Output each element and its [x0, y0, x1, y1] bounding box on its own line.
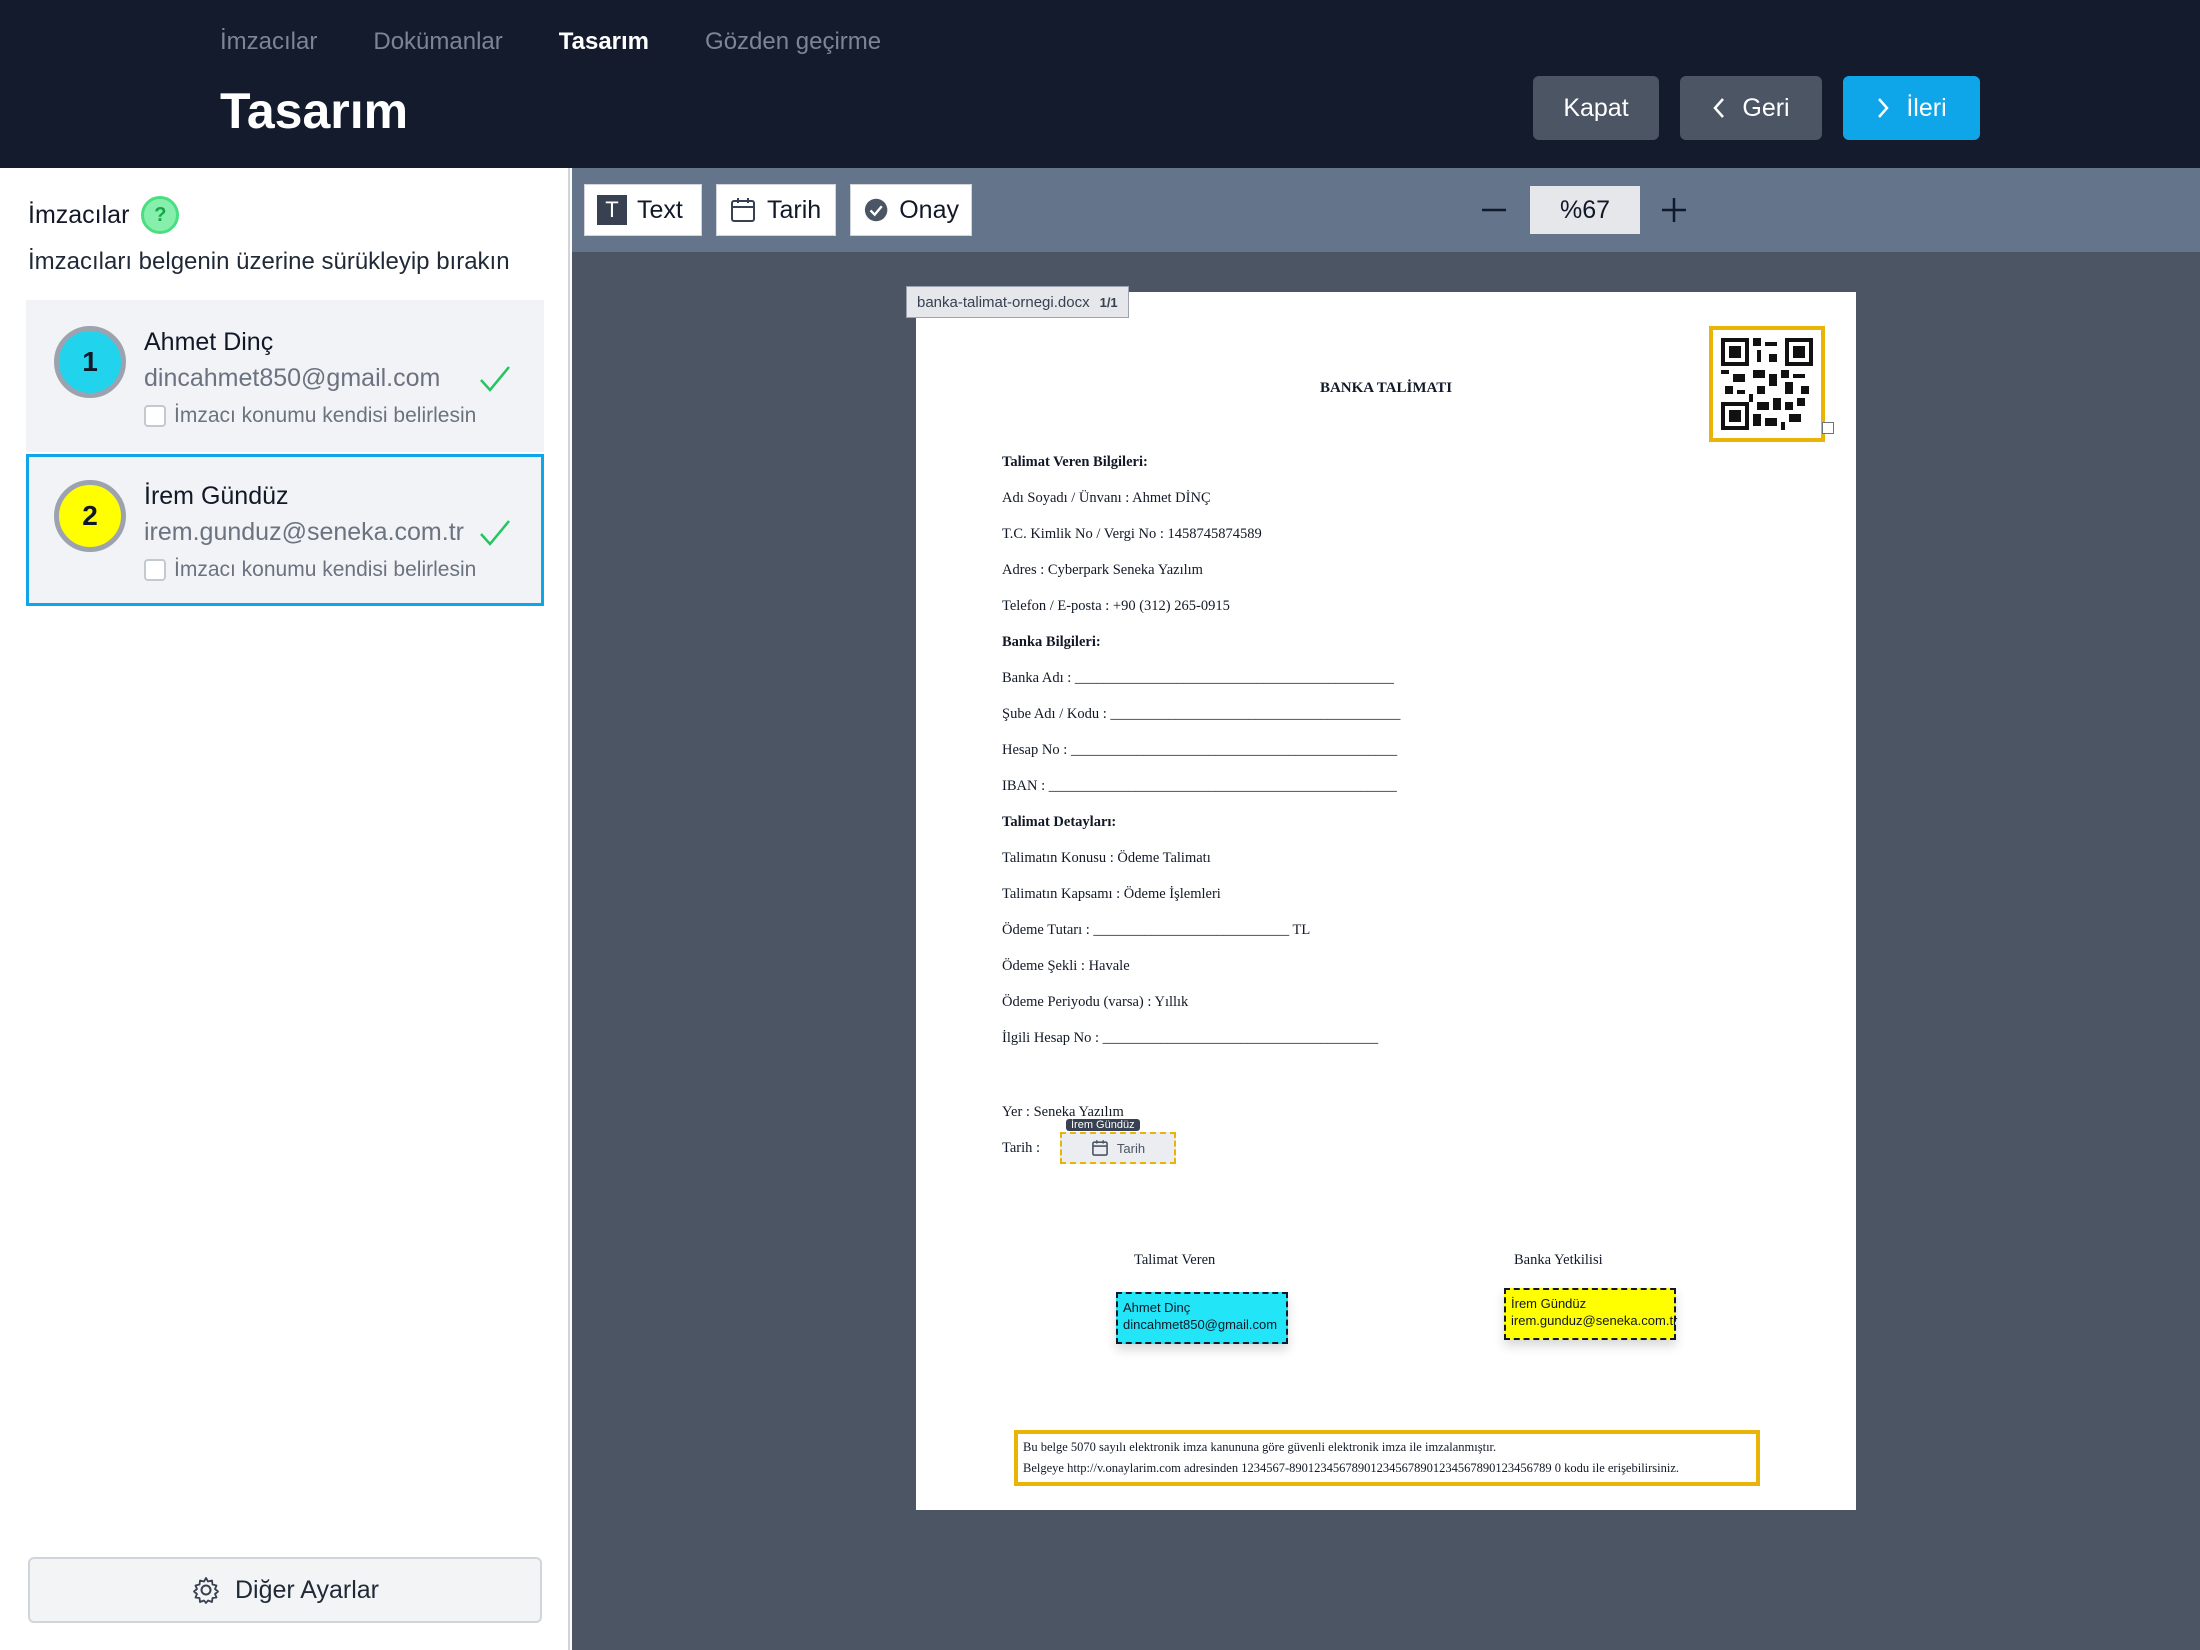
- zoom-in-button[interactable]: [1652, 188, 1696, 232]
- back-button[interactable]: Geri: [1680, 76, 1822, 140]
- doc-line: Tarih :: [1002, 1140, 1041, 1156]
- signature-field-signer-2[interactable]: İrem Gündüz irem.gunduz@seneka.com.tr: [1504, 1288, 1678, 1340]
- date-field[interactable]: Tarih: [1060, 1132, 1176, 1164]
- check-icon: [480, 520, 510, 546]
- footer-line-1: Bu belge 5070 sayılı elektronik imza kan…: [1023, 1440, 1497, 1454]
- step-design[interactable]: Tasarım: [559, 28, 649, 56]
- design-toolbar: T Text Tarih Onay %67: [572, 168, 2200, 252]
- signer-card-2[interactable]: 2 İrem Gündüz irem.gunduz@seneka.com.tr …: [26, 454, 544, 606]
- date-tool-label: Tarih: [767, 195, 822, 224]
- plus-icon: [1662, 198, 1686, 222]
- doc-line: İlgili Hesap No : ______________________…: [1002, 1030, 1379, 1046]
- doc-line: Talimat Veren Bilgileri:: [1002, 454, 1148, 470]
- signer-card-1[interactable]: 1 Ahmet Dinç dincahmet850@gmail.com İmza…: [26, 300, 544, 452]
- close-button-label: Kapat: [1563, 93, 1629, 122]
- doc-line: Telefon / E-posta : +90 (312) 265-0915: [1002, 598, 1230, 614]
- signer-order-badge: 2: [54, 480, 126, 552]
- next-button-label: İleri: [1906, 93, 1947, 122]
- wizard-steps: İmzacılar Dokümanlar Tasarım Gözden geçi…: [220, 28, 881, 56]
- self-position-option[interactable]: İmzacı konumu kendisi belirlesin: [144, 404, 476, 428]
- back-button-label: Geri: [1742, 93, 1790, 122]
- doc-line: Ödeme Periyodu (varsa) : Yıllık: [1002, 994, 1189, 1010]
- step-signers[interactable]: İmzacılar: [220, 28, 317, 56]
- gear-icon: [193, 1577, 219, 1604]
- qr-code-field[interactable]: [1709, 326, 1825, 442]
- e-signature-footer-note[interactable]: Bu belge 5070 sayılı elektronik imza kan…: [1014, 1430, 1760, 1486]
- self-position-option[interactable]: İmzacı konumu kendisi belirlesin: [144, 558, 476, 582]
- check-circle-icon: [864, 198, 888, 222]
- check-icon: [480, 366, 510, 392]
- sidebar-header: İmzacılar ?: [28, 196, 180, 234]
- chevron-right-icon: [1878, 98, 1890, 118]
- doc-line: Talimat Detayları:: [1002, 814, 1117, 830]
- top-header: İmzacılar Dokümanlar Tasarım Gözden geçi…: [0, 0, 2200, 168]
- signers-sidebar: İmzacılar ? İmzacıları belgenin üzerine …: [0, 168, 570, 1650]
- calendar-icon: [1092, 1140, 1108, 1156]
- chevron-left-icon: [1713, 98, 1725, 118]
- doc-line: T.C. Kimlik No / Vergi No : 145874587458…: [1002, 526, 1262, 542]
- qr-code-icon: [1721, 338, 1813, 430]
- date-field-label: Tarih: [1116, 1140, 1146, 1156]
- signature-field-signer-1[interactable]: Ahmet Dinç dincahmet850@gmail.com: [1116, 1292, 1288, 1344]
- self-position-checkbox[interactable]: [144, 405, 166, 427]
- self-position-label: İmzacı konumu kendisi belirlesin: [174, 404, 477, 427]
- resize-handle[interactable]: [1822, 422, 1834, 434]
- doc-line: Adres : Cyberpark Seneka Yazılım: [1002, 562, 1203, 578]
- signer-name: Ahmet Dinç: [144, 328, 274, 356]
- zoom-out-button[interactable]: [1472, 188, 1516, 232]
- zoom-level[interactable]: %67: [1530, 186, 1640, 234]
- next-button[interactable]: İleri: [1843, 76, 1980, 140]
- footer-line-2: Belgeye http://v.onaylarim.com adresinde…: [1023, 1461, 1680, 1475]
- text-tool-label: Text: [637, 195, 683, 224]
- doc-line: IBAN : _________________________________…: [1002, 778, 1397, 794]
- sign-label-right: Banka Yetkilisi: [1514, 1252, 1603, 1268]
- step-documents[interactable]: Dokümanlar: [373, 28, 502, 56]
- doc-line: Talimatın Kapsamı : Ödeme İşlemleri: [1002, 886, 1221, 902]
- text-field-tool[interactable]: T Text: [584, 184, 702, 236]
- document-file-name: banka-talimat-ornegi.docx: [917, 293, 1090, 311]
- text-icon: T: [597, 195, 627, 225]
- close-button[interactable]: Kapat: [1533, 76, 1659, 140]
- sign-label-left: Talimat Veren: [1134, 1252, 1216, 1268]
- approval-field-tool[interactable]: Onay: [850, 184, 972, 236]
- signer-email: irem.gunduz@seneka.com.tr: [144, 518, 464, 546]
- doc-line: Şube Adı / Kodu : ______________________…: [1002, 706, 1401, 722]
- page-title: Tasarım: [220, 83, 409, 139]
- other-settings-label: Diğer Ayarlar: [234, 1575, 380, 1604]
- sidebar-title: İmzacılar: [28, 200, 130, 229]
- signature-field-email: irem.gunduz@seneka.com.tr: [1511, 1313, 1678, 1328]
- document-page[interactable]: BANKA TALİMATI Talimat Veren Bilgileri: …: [916, 292, 1856, 1510]
- self-position-label: İmzacı konumu kendisi belirlesin: [174, 558, 477, 581]
- signer-name: İrem Gündüz: [144, 482, 289, 510]
- doc-line: Ödeme Şekli : Havale: [1002, 958, 1130, 974]
- doc-line: Ödeme Tutarı : _________________________…: [1002, 922, 1311, 938]
- date-field-tool[interactable]: Tarih: [716, 184, 836, 236]
- doc-line: Banka Bilgileri:: [1002, 634, 1101, 650]
- approval-tool-label: Onay: [899, 195, 959, 224]
- signer-email: dincahmet850@gmail.com: [144, 364, 441, 392]
- doc-line: Banka Adı : ____________________________…: [1002, 670, 1394, 686]
- document-tab[interactable]: banka-talimat-ornegi.docx 1/1: [906, 286, 1129, 318]
- minus-icon: [1482, 208, 1506, 212]
- signature-field-email: dincahmet850@gmail.com: [1123, 1317, 1278, 1332]
- signature-field-name: İrem Gündüz: [1511, 1296, 1587, 1311]
- doc-line: Adı Soyadı / Ünvanı : Ahmet DİNÇ: [1002, 490, 1211, 506]
- step-review[interactable]: Gözden geçirme: [705, 28, 881, 56]
- signature-field-name: Ahmet Dinç: [1123, 1300, 1191, 1315]
- date-field-owner-tag: İrem Gündüz: [1066, 1119, 1140, 1131]
- calendar-icon: [731, 198, 755, 222]
- document-page-count: 1/1: [1099, 294, 1118, 310]
- sidebar-hint: İmzacıları belgenin üzerine sürükleyip b…: [28, 248, 510, 275]
- other-settings-button[interactable]: Diğer Ayarlar: [28, 1557, 542, 1623]
- help-icon[interactable]: ?: [141, 196, 180, 234]
- doc-line: Talimatın Konusu : Ödeme Talimatı: [1002, 850, 1211, 866]
- self-position-checkbox[interactable]: [144, 559, 166, 581]
- signer-order-badge: 1: [54, 326, 126, 398]
- doc-line: Hesap No : _____________________________…: [1002, 742, 1398, 758]
